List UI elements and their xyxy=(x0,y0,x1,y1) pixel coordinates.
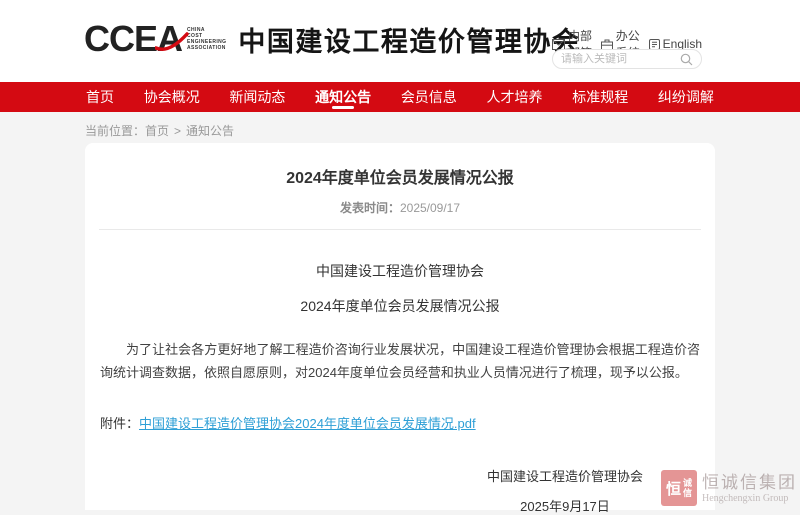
attachment-pdf-link[interactable]: 中国建设工程造价管理协会2024年度单位会员发展情况.pdf xyxy=(139,416,476,431)
nav-item-mediation[interactable]: 纠纷调解 xyxy=(658,82,714,112)
nav-item-members[interactable]: 会员信息 xyxy=(401,82,457,112)
nav-item-home[interactable]: 首页 xyxy=(86,82,114,112)
logo-acronym: CCEA xyxy=(84,17,182,61)
main-nav: 首页 协会概况 新闻动态 通知公告 会员信息 人才培养 标准规程 纠纷调解 xyxy=(0,82,800,112)
article-heading-line2: 2024年度单位会员发展情况公报 xyxy=(85,296,715,316)
attachment-label: 附件： xyxy=(100,416,139,431)
watermark-logo-char: 信 xyxy=(683,488,692,498)
watermark-text: 恒诚信集团 Hengchengxin Group xyxy=(702,473,797,504)
publish-time-label: 发表时间： xyxy=(340,201,400,215)
breadcrumb: 当前位置：首页 > 通知公告 xyxy=(85,122,234,139)
attachment-row: 附件：中国建设工程造价管理协会2024年度单位会员发展情况.pdf xyxy=(100,413,700,432)
nav-item-standards[interactable]: 标准规程 xyxy=(572,82,628,112)
article-signature: 中国建设工程造价管理协会 2025年9月17日 xyxy=(487,466,643,515)
book-icon xyxy=(649,39,660,50)
watermark-name-cn: 恒诚信集团 xyxy=(702,473,797,493)
publish-time-value: 2025/09/17 xyxy=(400,201,460,215)
briefcase-icon xyxy=(601,39,613,50)
title-divider xyxy=(99,229,701,230)
org-name: 中国建设工程造价管理协会 xyxy=(238,20,580,59)
nav-item-notices[interactable]: 通知公告 xyxy=(315,82,371,112)
site-logo[interactable]: CCEA CHINA COST ENGINEERING ASSOCIATION … xyxy=(84,17,580,61)
watermark-name-en: Hengchengxin Group xyxy=(702,493,797,504)
watermark: 恒 诚 信 恒诚信集团 Hengchengxin Group xyxy=(661,470,797,506)
breadcrumb-separator: > xyxy=(174,124,181,138)
search-icon[interactable] xyxy=(680,53,693,66)
article-heading-line1: 中国建设工程造价管理协会 xyxy=(85,261,715,281)
nav-item-about[interactable]: 协会概况 xyxy=(144,82,200,112)
article-title: 2024年度单位会员发展情况公报 xyxy=(85,164,715,188)
watermark-logo-char: 诚 xyxy=(683,478,692,488)
breadcrumb-prefix: 当前位置： xyxy=(85,124,145,138)
watermark-logo-icon: 恒 诚 信 xyxy=(661,470,697,506)
article-publish-time: 发表时间：2025/09/17 xyxy=(85,199,715,216)
article-card: 2024年度单位会员发展情况公报 发表时间：2025/09/17 中国建设工程造… xyxy=(85,143,715,510)
nav-item-training[interactable]: 人才培养 xyxy=(487,82,543,112)
logo-subtitle: CHINA COST ENGINEERING ASSOCIATION xyxy=(187,27,226,51)
breadcrumb-home-link[interactable]: 首页 xyxy=(145,124,169,138)
logo-subtitle-line: ASSOCIATION xyxy=(187,45,226,51)
nav-item-news[interactable]: 新闻动态 xyxy=(229,82,285,112)
article-paragraph: 为了让社会各方更好地了解工程造价咨询行业发展状况，中国建设工程造价管理协会根据工… xyxy=(100,338,700,384)
signature-org: 中国建设工程造价管理协会 xyxy=(487,466,643,485)
signature-date: 2025年9月17日 xyxy=(487,496,643,515)
search-box xyxy=(552,49,702,69)
breadcrumb-current: 通知公告 xyxy=(186,124,234,138)
watermark-logo-char: 恒 xyxy=(666,478,681,499)
logo-swoosh-icon xyxy=(155,32,189,54)
search-input[interactable] xyxy=(561,53,680,65)
mail-icon xyxy=(552,39,565,50)
site-header: CCEA CHINA COST ENGINEERING ASSOCIATION … xyxy=(0,0,800,82)
